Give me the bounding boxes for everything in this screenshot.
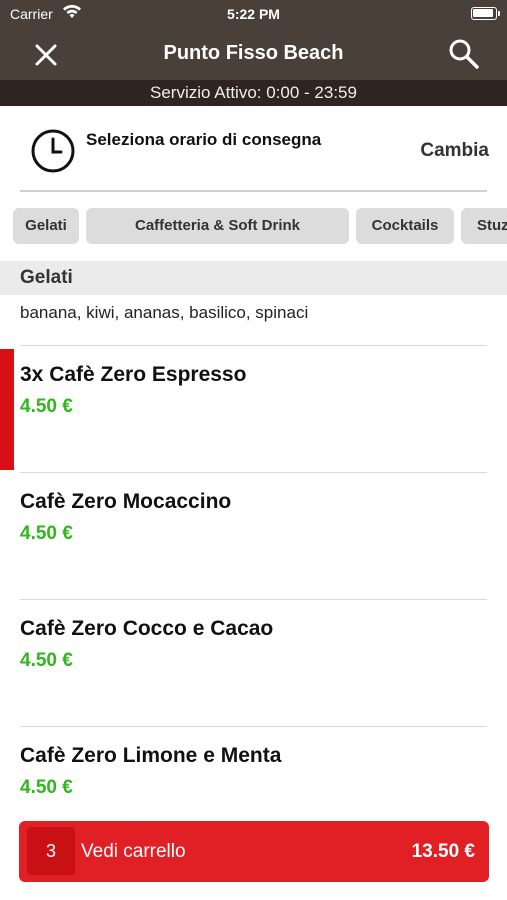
tab-cocktails[interactable]: Cocktails xyxy=(356,208,454,244)
list-item[interactable]: Cafè Zero Mocaccino 4.50 € xyxy=(0,472,507,599)
clock-icon xyxy=(31,129,75,173)
tab-caffetteria[interactable]: Caffetteria & Soft Drink xyxy=(86,208,349,244)
tab-gelati[interactable]: Gelati xyxy=(13,208,79,244)
item-name: Cafè Zero Limone e Menta xyxy=(20,744,282,767)
delivery-time-row[interactable]: Seleziona orario di consegna Cambia xyxy=(0,106,507,192)
section-title: Gelati xyxy=(0,261,507,295)
view-cart-button[interactable]: 3 Vedi carrello 13.50 € xyxy=(19,821,489,882)
item-price: 4.50 € xyxy=(20,650,73,671)
change-time-button[interactable]: Cambia xyxy=(420,140,489,162)
item-name: 3x Cafè Zero Espresso xyxy=(20,363,247,386)
item-price: 4.50 € xyxy=(20,396,73,417)
nav-bar: Punto Fisso Beach xyxy=(0,30,507,80)
tab-stuzzichini[interactable]: Stuzz xyxy=(461,208,507,244)
divider xyxy=(20,190,487,192)
delivery-time-label: Seleziona orario di consegna xyxy=(86,130,322,149)
clock-time: 5:22 PM xyxy=(227,6,280,22)
divider xyxy=(20,472,487,473)
item-name: Cafè Zero Mocaccino xyxy=(20,490,232,513)
item-price: 4.50 € xyxy=(20,777,73,798)
category-tabs: Gelati Caffetteria & Soft Drink Cocktail… xyxy=(0,208,507,246)
item-price: 4.50 € xyxy=(20,523,73,544)
status-bar: Carrier 5:22 PM xyxy=(0,0,507,30)
search-icon[interactable] xyxy=(447,37,481,71)
view-cart-label: Vedi carrello xyxy=(81,841,186,862)
service-hours-banner: Servizio Attivo: 0:00 - 23:59 xyxy=(0,80,507,106)
list-item[interactable]: 3x Cafè Zero Espresso 4.50 € xyxy=(0,345,507,472)
cart-total: 13.50 € xyxy=(411,841,475,862)
item-name: Cafè Zero Cocco e Cacao xyxy=(20,617,274,640)
section-description: banana, kiwi, ananas, basilico, spinaci xyxy=(20,303,309,322)
cart-count-badge: 3 xyxy=(27,827,75,875)
divider xyxy=(20,726,487,727)
list-item[interactable]: Cafè Zero Cocco e Cacao 4.50 € xyxy=(0,599,507,726)
divider xyxy=(20,599,487,600)
in-cart-indicator xyxy=(0,349,14,470)
battery-icon xyxy=(471,7,500,20)
page-title: Punto Fisso Beach xyxy=(163,42,344,64)
divider xyxy=(20,345,487,346)
